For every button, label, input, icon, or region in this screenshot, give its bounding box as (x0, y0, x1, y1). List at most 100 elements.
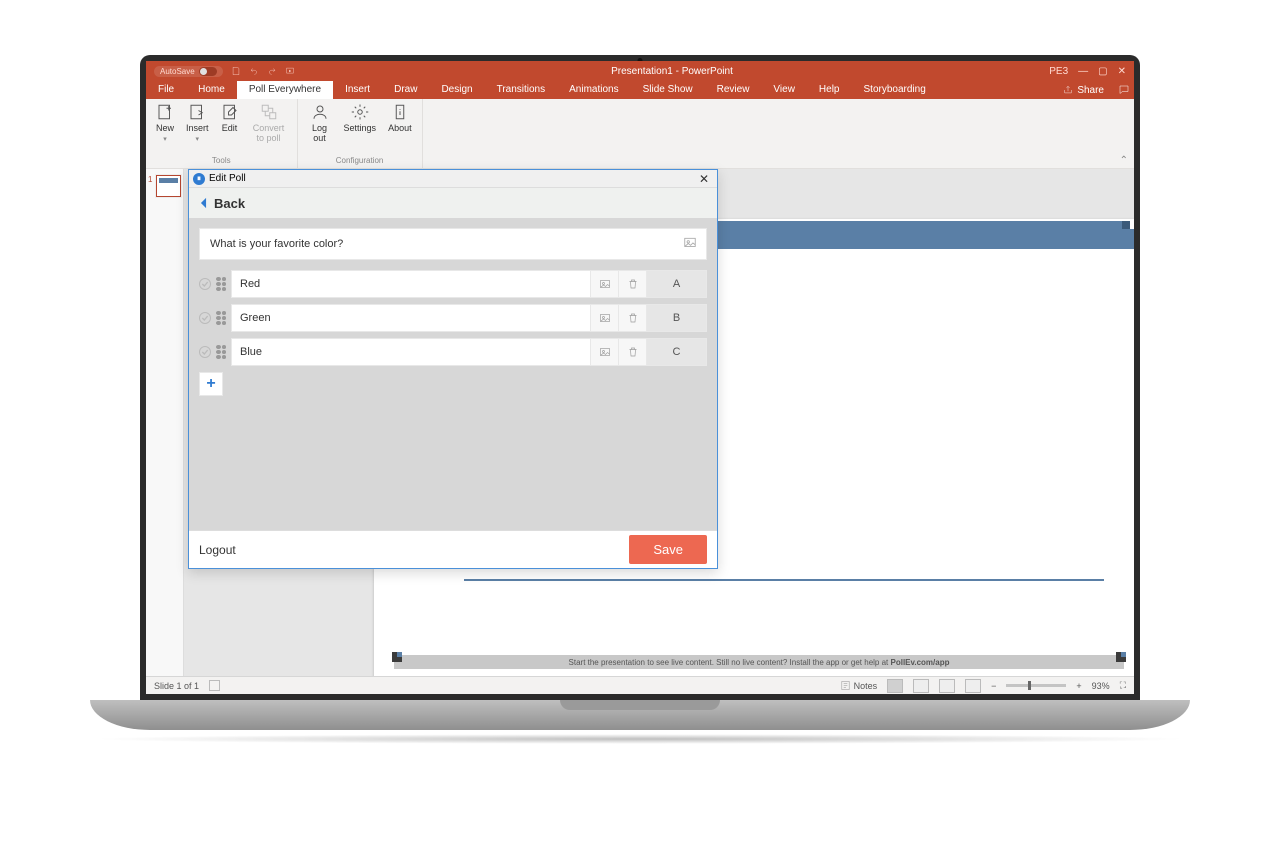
tab-animations[interactable]: Animations (557, 81, 630, 99)
ribbon-about-label: About (388, 123, 412, 133)
slide-mini-preview (156, 175, 181, 197)
dialog-title: Edit Poll (209, 173, 246, 184)
ribbon-convert: Convert to poll (251, 103, 287, 143)
laptop-shadow (90, 734, 1190, 744)
ribbon-new-label: New (156, 123, 174, 133)
view-normal-icon[interactable] (887, 679, 903, 693)
option-image-icon[interactable] (591, 338, 619, 366)
option-image-icon[interactable] (591, 304, 619, 332)
polleverywhere-icon: ⏸ (193, 173, 205, 185)
save-icon[interactable] (231, 66, 241, 76)
tab-insert[interactable]: Insert (333, 81, 382, 99)
document-title: Presentation1 - PowerPoint (295, 66, 1050, 77)
ribbon-settings[interactable]: Settings (344, 103, 377, 143)
back-label: Back (214, 196, 245, 211)
insert-poll-icon (188, 103, 206, 121)
ribbon-tabs: File Home Poll Everywhere Insert Draw De… (146, 81, 1134, 99)
undo-icon[interactable] (249, 66, 259, 76)
tab-storyboarding[interactable]: Storyboarding (852, 81, 938, 99)
view-slideshow-icon[interactable] (965, 679, 981, 693)
ribbon-about[interactable]: About (388, 103, 412, 143)
option-image-icon[interactable] (591, 270, 619, 298)
ribbon: New ▾ Insert ▾ Edit (146, 99, 1134, 169)
option-input[interactable] (231, 304, 591, 332)
image-icon[interactable] (683, 236, 697, 255)
fit-to-window-icon[interactable]: ⛶ (1120, 680, 1126, 691)
slide-thumbnails: 1 (146, 169, 184, 676)
share-button[interactable]: Share (1053, 81, 1114, 99)
zoom-level: 93% (1092, 681, 1110, 691)
window-minimize-icon[interactable]: — (1078, 66, 1088, 77)
dialog-titlebar: ⏸ Edit Poll ✕ (189, 170, 717, 188)
user-badge[interactable]: PE3 (1049, 66, 1068, 77)
tab-home[interactable]: Home (186, 81, 237, 99)
option-delete-icon[interactable] (619, 270, 647, 298)
ribbon-insert[interactable]: Insert ▾ (186, 103, 209, 143)
drag-handle-icon[interactable] (216, 277, 226, 291)
window-close-icon[interactable]: ✕ (1118, 66, 1126, 77)
tab-poll-everywhere[interactable]: Poll Everywhere (237, 81, 333, 99)
ribbon-edit[interactable]: Edit (221, 103, 239, 143)
comments-icon[interactable] (1118, 84, 1130, 96)
edit-poll-dialog: ⏸ Edit Poll ✕ Back (188, 169, 718, 569)
correct-answer-toggle[interactable] (199, 278, 211, 290)
ribbon-insert-label: Insert (186, 123, 209, 133)
tab-view[interactable]: View (761, 81, 807, 99)
statusbar: Slide 1 of 1 Notes − + 93% ⛶ (146, 676, 1134, 694)
ribbon-convert-label: Convert to poll (251, 123, 287, 143)
view-reading-icon[interactable] (939, 679, 955, 693)
tab-file[interactable]: File (146, 81, 186, 99)
ribbon-collapse-icon[interactable]: ⌃ (1120, 155, 1128, 166)
logout-link[interactable]: Logout (199, 543, 236, 557)
correct-answer-toggle[interactable] (199, 312, 211, 324)
accessibility-icon[interactable] (209, 680, 220, 691)
tab-transitions[interactable]: Transitions (485, 81, 558, 99)
workspace: 1 favorite color? Start the presentat (146, 169, 1134, 676)
ribbon-logout-label: Log out (308, 123, 332, 143)
ribbon-group-config-label: Configuration (336, 154, 384, 168)
about-icon (391, 103, 409, 121)
zoom-out-icon[interactable]: − (991, 681, 996, 691)
ribbon-edit-label: Edit (222, 123, 238, 133)
ribbon-group-tools-label: Tools (212, 154, 231, 168)
option-input[interactable] (231, 270, 591, 298)
autosave-toggle[interactable]: AutoSave (154, 66, 223, 77)
zoom-slider[interactable] (1006, 684, 1066, 687)
ribbon-logout[interactable]: Log out (308, 103, 332, 143)
window-restore-icon[interactable]: ▢ (1098, 66, 1107, 77)
tab-draw[interactable]: Draw (382, 81, 429, 99)
slide-footer: Start the presentation to see live conte… (394, 655, 1124, 669)
add-option-button[interactable]: + (199, 372, 223, 396)
slide-footer-link: PollEv.com/app (891, 658, 950, 667)
redo-icon[interactable] (267, 66, 277, 76)
view-sorter-icon[interactable] (913, 679, 929, 693)
notes-toggle[interactable]: Notes (840, 680, 878, 691)
notes-icon (840, 680, 851, 691)
poll-question-input[interactable] (199, 228, 707, 260)
dialog-back-header[interactable]: Back (189, 188, 717, 218)
drag-handle-icon[interactable] (216, 311, 226, 325)
slide-thumb-1[interactable]: 1 (148, 175, 181, 197)
correct-answer-toggle[interactable] (199, 346, 211, 358)
slide-counter: Slide 1 of 1 (154, 681, 199, 691)
close-icon[interactable]: ✕ (695, 172, 713, 186)
autosave-label: AutoSave (160, 67, 195, 76)
start-from-beginning-icon[interactable] (285, 66, 295, 76)
save-button[interactable]: Save (629, 535, 707, 564)
dialog-footer: Logout Save (189, 530, 717, 568)
gear-icon (351, 103, 369, 121)
ribbon-new[interactable]: New ▾ (156, 103, 174, 143)
new-poll-icon (156, 103, 174, 121)
tab-help[interactable]: Help (807, 81, 852, 99)
drag-handle-icon[interactable] (216, 345, 226, 359)
zoom-in-icon[interactable]: + (1076, 681, 1081, 691)
share-label: Share (1077, 85, 1104, 96)
tab-slideshow[interactable]: Slide Show (631, 81, 705, 99)
slide-number: 1 (148, 175, 154, 197)
tab-review[interactable]: Review (705, 81, 762, 99)
tab-design[interactable]: Design (429, 81, 484, 99)
option-input[interactable] (231, 338, 591, 366)
ribbon-settings-label: Settings (344, 123, 377, 133)
option-delete-icon[interactable] (619, 338, 647, 366)
option-delete-icon[interactable] (619, 304, 647, 332)
